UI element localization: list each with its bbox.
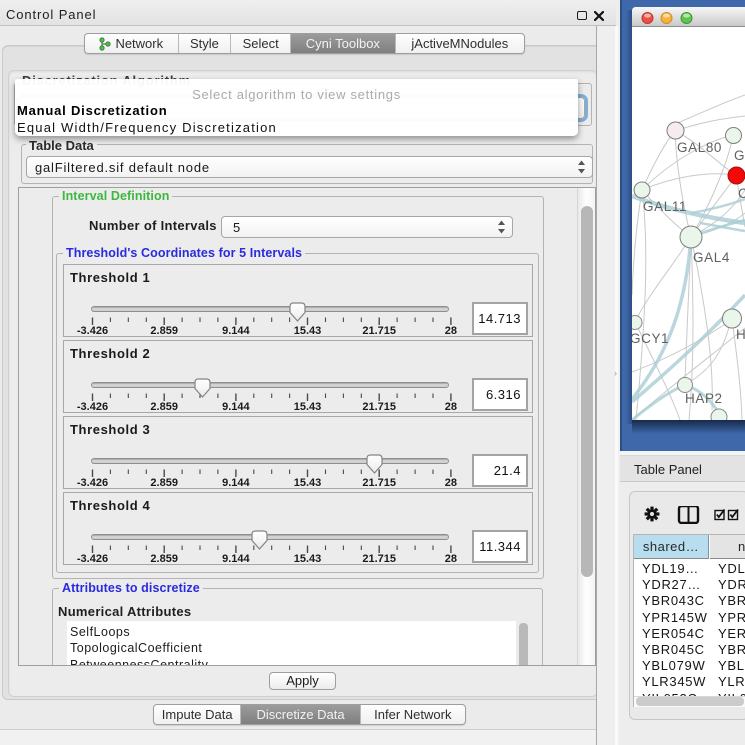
svg-text:GAL4: GAL4 <box>693 250 730 265</box>
svg-text:GAL: GAL <box>734 148 745 163</box>
svg-text:GCY1: GCY1 <box>632 331 669 346</box>
svg-text:HAP2: HAP2 <box>685 391 723 406</box>
svg-text:C: C <box>738 186 745 201</box>
svg-text:GAL11: GAL11 <box>643 199 687 214</box>
svg-text:GAL80: GAL80 <box>677 140 722 155</box>
svg-text:H: H <box>736 327 745 342</box>
